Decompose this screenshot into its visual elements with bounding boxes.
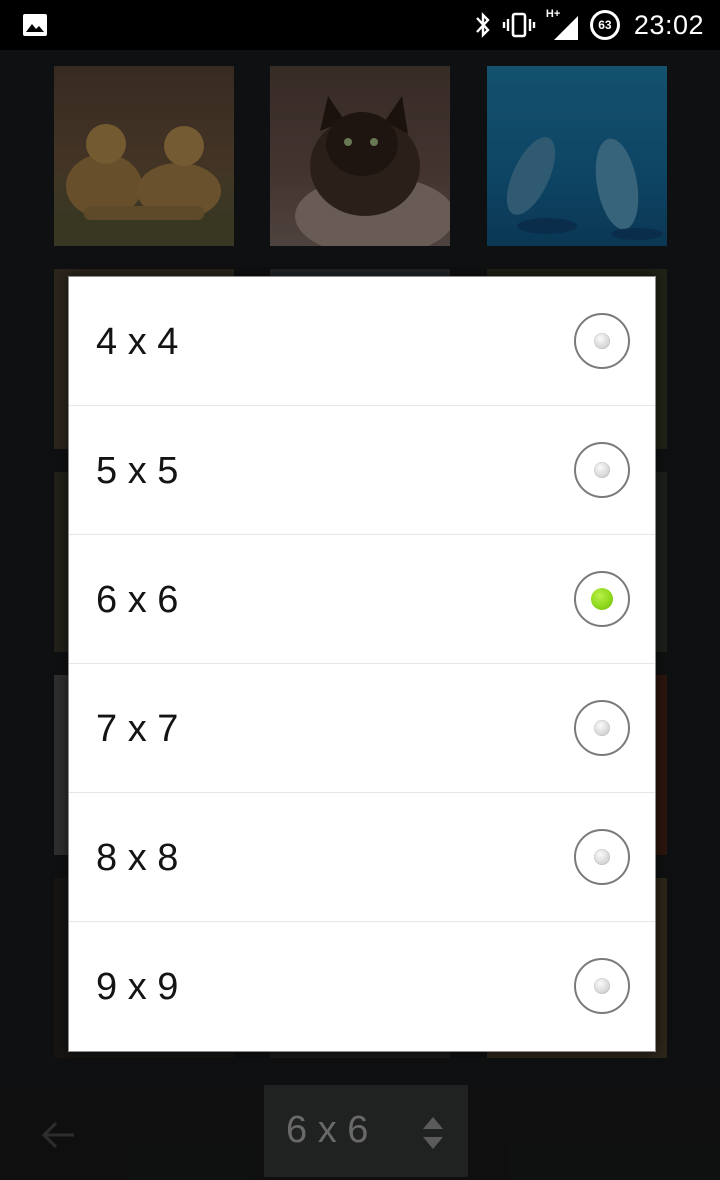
- bluetooth-icon: [476, 12, 490, 38]
- gallery-icon: [23, 14, 47, 36]
- option-label: 5 x 5: [96, 450, 179, 492]
- option-label: 7 x 7: [96, 708, 179, 750]
- option-label: 4 x 4: [96, 321, 179, 363]
- radio-dot: [594, 978, 610, 994]
- option-9x9[interactable]: 9 x 9: [69, 922, 655, 1051]
- radio-button-selected[interactable]: [574, 571, 630, 627]
- radio-button[interactable]: [574, 829, 630, 885]
- radio-dot: [591, 588, 613, 610]
- option-label: 9 x 9: [96, 966, 179, 1008]
- battery-level: 63: [598, 18, 612, 32]
- clock: 23:02: [633, 9, 704, 40]
- radio-button[interactable]: [574, 958, 630, 1014]
- option-8x8[interactable]: 8 x 8: [69, 793, 655, 922]
- option-7x7[interactable]: 7 x 7: [69, 664, 655, 793]
- option-label: 6 x 6: [96, 579, 179, 621]
- option-6x6[interactable]: 6 x 6: [69, 535, 655, 664]
- status-bar: H+ 63 23:02: [0, 0, 720, 50]
- vibrate-icon: [502, 12, 536, 38]
- battery-icon: 63: [589, 10, 620, 40]
- signal-icon: H+: [546, 8, 580, 40]
- option-5x5[interactable]: 5 x 5: [69, 406, 655, 535]
- radio-dot: [594, 462, 610, 478]
- option-label: 8 x 8: [96, 837, 179, 879]
- radio-button[interactable]: [574, 700, 630, 756]
- radio-button[interactable]: [574, 313, 630, 369]
- radio-dot: [594, 333, 610, 349]
- radio-dot: [594, 849, 610, 865]
- radio-button[interactable]: [574, 442, 630, 498]
- grid-size-dialog: 4 x 4 5 x 5 6 x 6 7 x 7 8 x 8 9 x 9: [68, 276, 656, 1052]
- option-4x4[interactable]: 4 x 4: [69, 277, 655, 406]
- radio-dot: [594, 720, 610, 736]
- status-icons: H+ 63 23:02: [474, 0, 704, 50]
